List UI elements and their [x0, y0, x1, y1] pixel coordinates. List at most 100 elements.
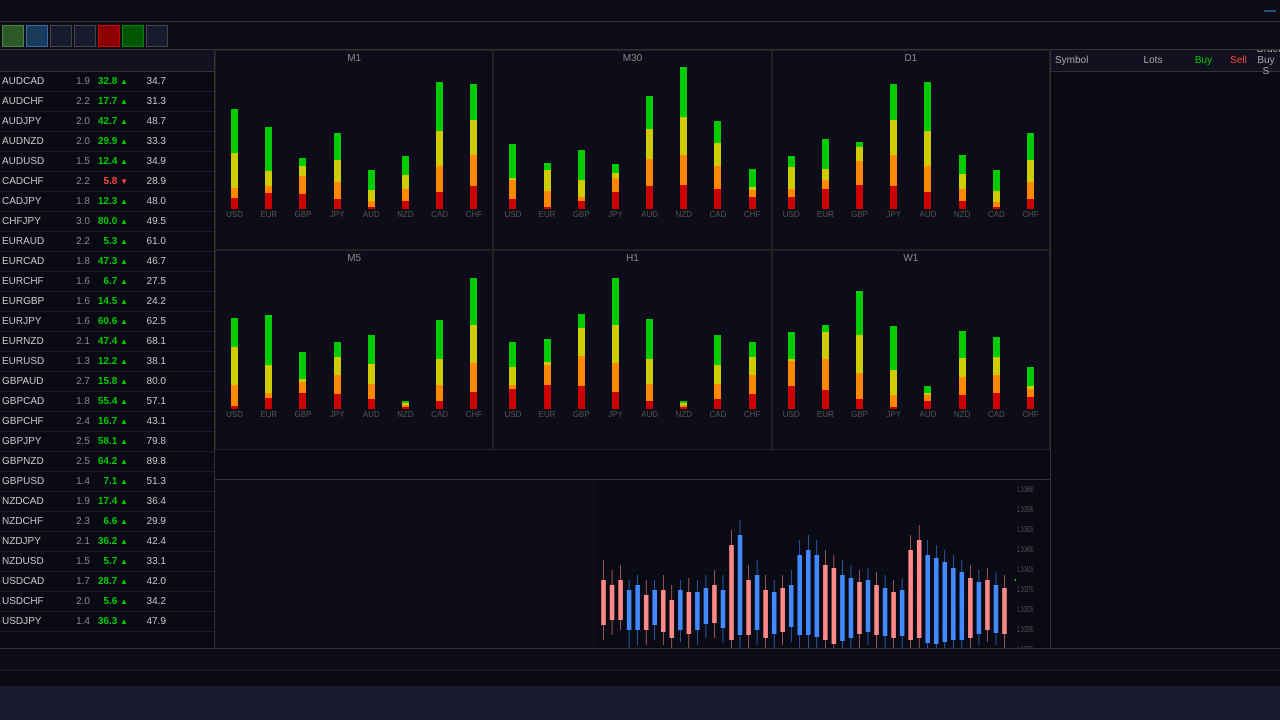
currency-bar — [1027, 133, 1034, 160]
tab-highest[interactable] — [122, 25, 144, 47]
sym-name: CADJPY — [2, 196, 62, 207]
sym-name: GBPNZD — [2, 456, 62, 467]
currency-bar — [402, 201, 409, 209]
symbol-row[interactable]: AUDUSD 1.5 12.4 ▲ 34.9 — [0, 152, 214, 172]
sym-spread: 2.4 — [62, 416, 90, 427]
currency-bar — [612, 325, 619, 363]
sym-spread: 2.0 — [62, 116, 90, 127]
currency-bar — [368, 384, 375, 399]
bar-label: USD — [226, 210, 243, 219]
currency-bar — [578, 314, 585, 329]
symbol-row[interactable]: EURCAD 1.8 47.3 ▲ 46.7 — [0, 252, 214, 272]
currency-bar — [680, 407, 687, 409]
symbol-row[interactable]: AUDNZD 2.0 29.9 ▲ 33.3 — [0, 132, 214, 152]
sym-spread: 2.3 — [62, 516, 90, 527]
sym-adp: 36.4 — [128, 496, 166, 507]
sym-adp: 42.4 — [128, 536, 166, 547]
symbol-row[interactable]: GBPAUD 2.7 15.8 ▲ 80.0 — [0, 372, 214, 392]
currency-bar — [993, 357, 1000, 375]
currency-bar — [714, 384, 721, 399]
currency-bar — [612, 392, 619, 409]
currency-bar — [436, 131, 443, 166]
currency-bar — [509, 389, 516, 409]
sym-spread: 1.9 — [62, 496, 90, 507]
sym-name: CADCHF — [2, 176, 62, 187]
timeframe-matrix — [215, 480, 595, 648]
currency-bar — [612, 363, 619, 392]
sym-name: GBPUSD — [2, 476, 62, 487]
bar-label: GBP — [573, 410, 590, 419]
symbol-row[interactable]: EURAUD 2.2 5.3 ▲ 61.0 — [0, 232, 214, 252]
symbol-row[interactable]: NZDCAD 1.9 17.4 ▲ 36.4 — [0, 492, 214, 512]
currency-bar — [959, 331, 966, 358]
symbol-row[interactable]: AUDCAD 1.9 32.8 ▲ 34.7 — [0, 72, 214, 92]
sym-spread: 2.2 — [62, 96, 90, 107]
currency-bar — [368, 170, 375, 191]
bar-label: CAD — [988, 410, 1005, 419]
tab-basket-sl[interactable] — [74, 25, 96, 47]
symbol-row[interactable]: GBPUSD 1.4 7.1 ▲ 51.3 — [0, 472, 214, 492]
symbol-row[interactable]: EURGBP 1.6 14.5 ▲ 24.2 — [0, 292, 214, 312]
tab-monitoring[interactable] — [26, 25, 48, 47]
svg-text:1.10595: 1.10595 — [1017, 506, 1034, 515]
symbol-row[interactable]: NZDUSD 1.5 5.7 ▲ 33.1 — [0, 552, 214, 572]
bar-label: CHF — [1022, 210, 1038, 219]
currency-bar — [1027, 397, 1034, 409]
sym-pso: 17.4 ▲ — [90, 496, 128, 507]
tab-trading[interactable] — [2, 25, 24, 47]
sym-adp: 57.1 — [128, 396, 166, 407]
currency-bar — [993, 393, 1000, 409]
sym-spread: 1.6 — [62, 296, 90, 307]
bar-label: AUD — [641, 410, 658, 419]
tab-lowest[interactable] — [98, 25, 120, 47]
chart-h1-label: H1 — [626, 253, 639, 264]
symbol-row[interactable]: AUDJPY 2.0 42.7 ▲ 48.7 — [0, 112, 214, 132]
symbol-row[interactable]: GBPNZD 2.5 64.2 ▲ 89.8 — [0, 452, 214, 472]
symbol-row[interactable]: NZDCHF 2.3 6.6 ▲ 29.9 — [0, 512, 214, 532]
sym-name: CHFJPY — [2, 216, 62, 227]
currency-bar — [544, 163, 551, 171]
sym-pso: 12.4 ▲ — [90, 156, 128, 167]
currency-bar — [788, 189, 795, 197]
symbol-row[interactable]: CADCHF 2.2 5.8 ▼ 28.9 — [0, 172, 214, 192]
symbol-row[interactable]: CADJPY 1.8 12.3 ▲ 48.0 — [0, 192, 214, 212]
chart-m1: M1 USDEURGBPJPYAUDNZDCADCHF — [215, 50, 493, 250]
symbol-row[interactable]: EURJPY 1.6 60.6 ▲ 62.5 — [0, 312, 214, 332]
sym-name: USDCHF — [2, 596, 62, 607]
sym-pso: 5.6 ▲ — [90, 596, 128, 607]
currency-bar — [822, 332, 829, 360]
symbol-row[interactable]: USDCAD 1.7 28.7 ▲ 42.0 — [0, 572, 214, 592]
symbol-row[interactable]: GBPJPY 2.5 58.1 ▲ 79.8 — [0, 432, 214, 452]
symbol-row[interactable]: GBPCAD 1.8 55.4 ▲ 57.1 — [0, 392, 214, 412]
bar-label: USD — [504, 210, 521, 219]
bar-group: EUR — [252, 127, 285, 219]
sym-spread: 1.8 — [62, 396, 90, 407]
symbol-row[interactable]: CHFJPY 3.0 80.0 ▲ 49.5 — [0, 212, 214, 232]
symbol-row[interactable]: EURUSD 1.3 12.2 ▲ 38.1 — [0, 352, 214, 372]
currency-bar — [890, 407, 897, 409]
currency-bar — [470, 84, 477, 121]
symbol-row[interactable]: USDCHF 2.0 5.6 ▲ 34.2 — [0, 592, 214, 612]
symbol-row[interactable]: NZDJPY 2.1 36.2 ▲ 42.4 — [0, 532, 214, 552]
symbol-row[interactable]: EURNZD 2.1 47.4 ▲ 68.1 — [0, 332, 214, 352]
candlestick-chart: 1.10680 1.10595 1.10505 1.10460 1.10415 … — [595, 480, 1050, 648]
bottom-chart: 1.10680 1.10595 1.10505 1.10460 1.10415 … — [215, 480, 1050, 648]
chart-d1-bars: USDEURGBPJPYAUDNZDCADCHF — [773, 51, 1049, 249]
sym-adp: 79.8 — [128, 436, 166, 447]
bar-group: AUD — [911, 82, 944, 219]
symbol-row[interactable]: EURCHF 1.6 6.7 ▲ 27.5 — [0, 272, 214, 292]
symbol-row[interactable]: GBPCHF 2.4 16.7 ▲ 43.1 — [0, 412, 214, 432]
tab-basket-tp[interactable] — [50, 25, 72, 47]
currency-bar — [646, 129, 653, 159]
currency-bar — [822, 139, 829, 169]
bar-label: CHF — [1022, 410, 1038, 419]
currency-bar — [265, 193, 272, 209]
sym-spread: 1.8 — [62, 256, 90, 267]
sym-adp: 68.1 — [128, 336, 166, 347]
symbol-row[interactable]: AUDCHF 2.2 17.7 ▲ 31.3 — [0, 92, 214, 112]
tab-lock[interactable] — [146, 25, 168, 47]
sym-spread: 1.5 — [62, 556, 90, 567]
bar-group: GBP — [286, 352, 319, 419]
symbol-row[interactable]: USDJPY 1.4 36.3 ▲ 47.9 — [0, 612, 214, 632]
sym-adp: 48.0 — [128, 196, 166, 207]
